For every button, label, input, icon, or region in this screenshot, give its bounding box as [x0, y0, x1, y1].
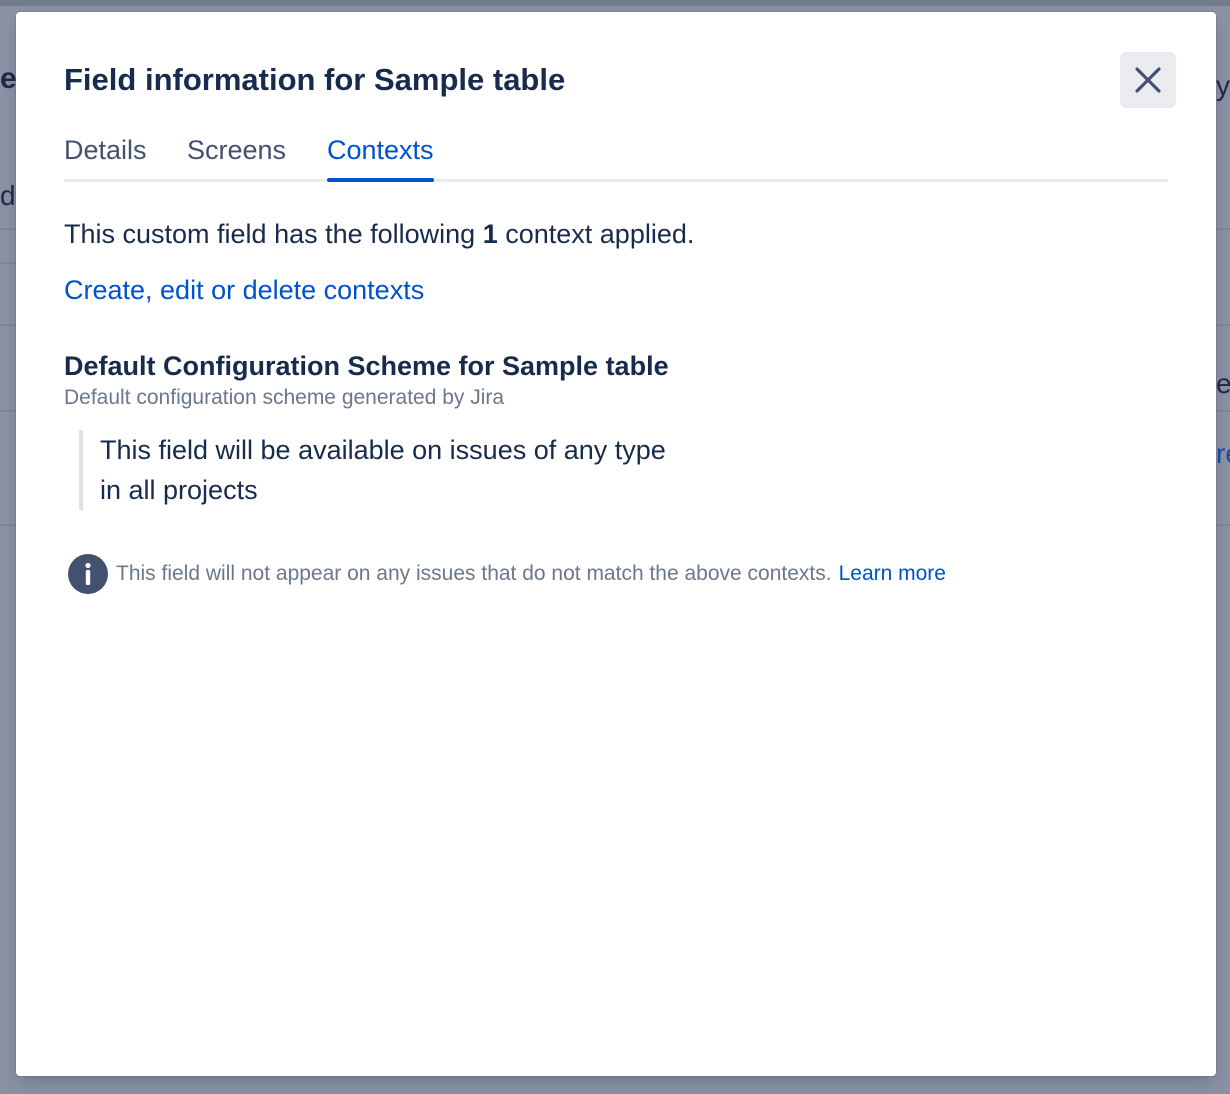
context-summary: This custom field has the following 1 co…	[64, 216, 694, 252]
close-button[interactable]	[1120, 52, 1176, 108]
tab-details[interactable]: Details	[64, 130, 147, 182]
background-text-fragment: d	[0, 180, 16, 211]
background-divider	[0, 524, 16, 526]
background-divider	[1216, 228, 1230, 230]
background-divider	[0, 262, 16, 264]
background-divider	[0, 410, 16, 412]
background-text-fragment: y	[1216, 70, 1230, 101]
manage-contexts-link[interactable]: Create, edit or delete contexts	[64, 272, 424, 308]
context-summary-prefix: This custom field has the following	[64, 219, 483, 249]
info-icon	[68, 554, 108, 594]
background-divider	[1216, 410, 1230, 412]
background-divider	[0, 324, 16, 326]
context-count: 1	[482, 219, 498, 249]
info-text: This field will not appear on any issues…	[116, 562, 832, 585]
close-icon	[1135, 67, 1161, 93]
tab-contexts[interactable]: Contexts	[327, 130, 434, 182]
scope-issue-types: This field will be available on issues o…	[100, 435, 666, 465]
context-scope: This field will be available on issues o…	[79, 430, 820, 510]
background-divider	[1216, 324, 1230, 326]
background-link-fragment: re	[1216, 438, 1230, 469]
context-summary-suffix: context applied.	[497, 219, 695, 249]
scheme-name: Default Configuration Scheme for Sample …	[64, 351, 669, 381]
tab-list: Details Screens Contexts	[64, 130, 1168, 182]
dialog-title: Field information for Sample table	[64, 62, 566, 97]
info-message: This field will not appear on any issues…	[68, 554, 946, 594]
background-divider	[0, 228, 16, 230]
scheme-description: Default configuration scheme generated b…	[64, 386, 505, 409]
background-divider	[1216, 524, 1230, 526]
scope-projects: in all projects	[100, 475, 258, 505]
tab-screens[interactable]: Screens	[187, 130, 286, 182]
background-text-fragment: er	[1216, 368, 1230, 399]
background-header-strip	[0, 0, 1230, 6]
field-information-dialog: Field information for Sample table Detai…	[16, 12, 1216, 1076]
learn-more-link[interactable]: Learn more	[839, 560, 946, 588]
